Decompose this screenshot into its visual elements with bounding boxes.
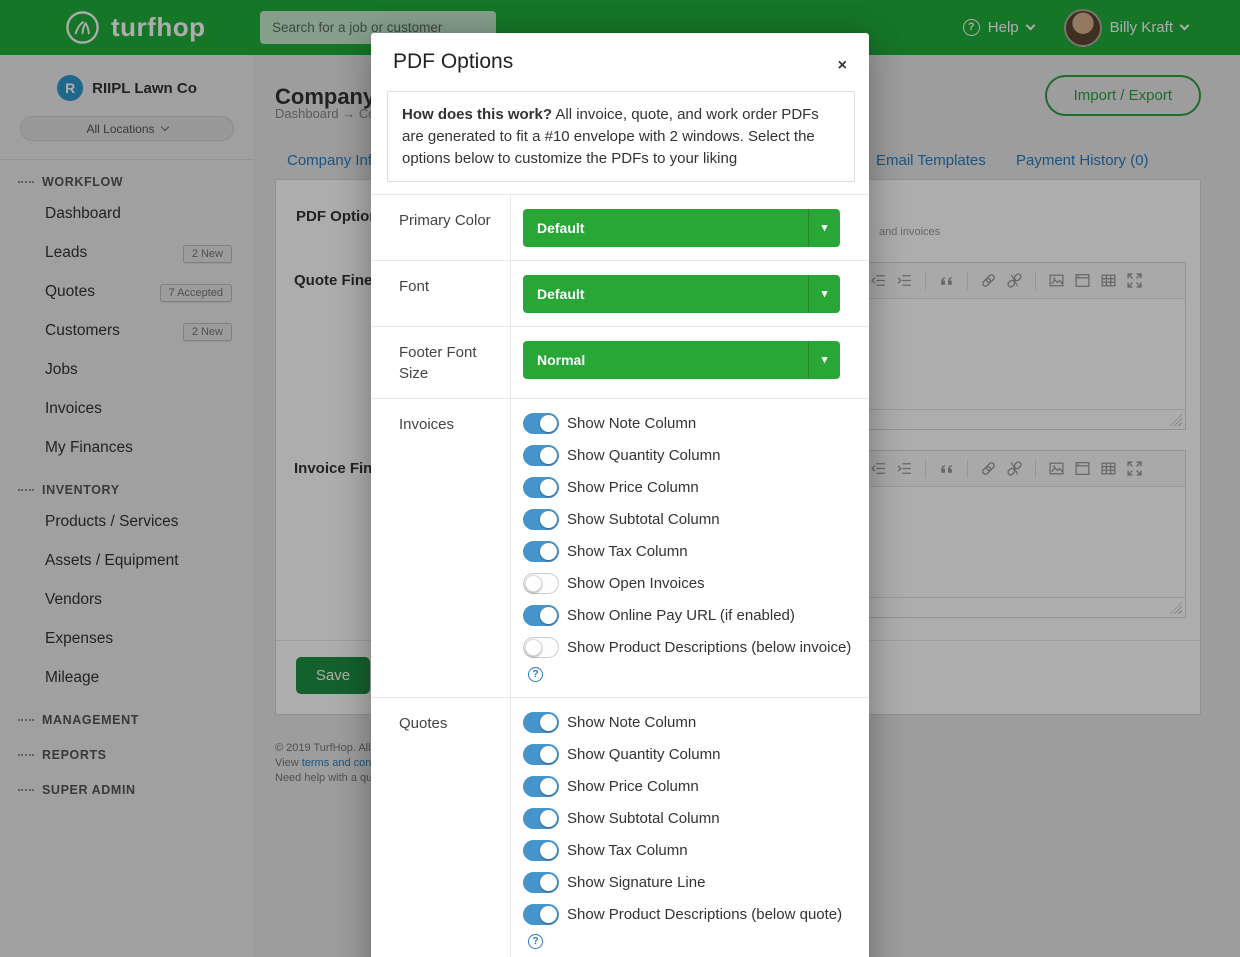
modal-title: PDF Options bbox=[393, 50, 847, 74]
toggle-label: Show Online Pay URL (if enabled) bbox=[567, 607, 795, 624]
toggle-row-quote-price-column: Show Price Column bbox=[523, 775, 853, 798]
chevron-down-icon: ▾ bbox=[808, 275, 840, 313]
toggle-row-online-pay-url: Show Online Pay URL (if enabled) bbox=[523, 604, 853, 627]
select-value: Normal bbox=[537, 352, 585, 368]
primary-color-label: Primary Color bbox=[371, 195, 511, 260]
toggle-label: Show Signature Line bbox=[567, 874, 705, 891]
select-value: Default bbox=[537, 286, 584, 302]
toggle-label: Show Product Descriptions (below invoice… bbox=[567, 639, 851, 656]
footer-font-size-row: Footer Font Size Normal ▾ bbox=[371, 326, 869, 398]
toggle-switch[interactable] bbox=[523, 712, 559, 733]
pdf-options-modal: PDF Options × How does this work? All in… bbox=[371, 33, 869, 957]
toggle-label: Show Note Column bbox=[567, 714, 696, 731]
close-icon[interactable]: × bbox=[832, 57, 853, 75]
toggle-switch[interactable] bbox=[523, 477, 559, 498]
toggle-switch[interactable] bbox=[523, 509, 559, 530]
toggle-row-quote-tax-column: Show Tax Column bbox=[523, 839, 853, 862]
toggle-switch[interactable] bbox=[523, 872, 559, 893]
primary-color-select[interactable]: Default ▾ bbox=[523, 209, 840, 247]
modal-intro: How does this work? All invoice, quote, … bbox=[387, 91, 855, 182]
toggle-switch[interactable] bbox=[523, 776, 559, 797]
toggle-switch[interactable] bbox=[523, 573, 559, 594]
toggle-label: Show Open Invoices bbox=[567, 575, 705, 592]
intro-bold: How does this work? bbox=[402, 106, 552, 123]
toggle-row-invoice-quantity-column: Show Quantity Column bbox=[523, 444, 853, 467]
quotes-group-row: Quotes Show Note Column Show Quantity Co… bbox=[371, 697, 869, 957]
toggle-label: Show Price Column bbox=[567, 479, 699, 496]
toggle-label: Show Quantity Column bbox=[567, 746, 720, 763]
toggle-switch[interactable] bbox=[523, 541, 559, 562]
toggle-row-invoice-note-column: Show Note Column bbox=[523, 412, 853, 435]
chevron-down-icon: ▾ bbox=[808, 341, 840, 379]
invoices-group-row: Invoices Show Note Column Show Quantity … bbox=[371, 398, 869, 697]
toggle-row-invoice-product-descriptions: Show Product Descriptions (below invoice… bbox=[523, 636, 853, 682]
chevron-down-icon: ▾ bbox=[808, 209, 840, 247]
modal-header: PDF Options × bbox=[371, 33, 869, 87]
toggle-switch[interactable] bbox=[523, 904, 559, 925]
toggle-switch[interactable] bbox=[523, 637, 559, 658]
toggle-label: Show Subtotal Column bbox=[567, 511, 720, 528]
toggle-switch[interactable] bbox=[523, 840, 559, 861]
toggle-row-signature-line: Show Signature Line bbox=[523, 871, 853, 894]
toggle-row-show-open-invoices: Show Open Invoices bbox=[523, 572, 853, 595]
toggle-label: Show Price Column bbox=[567, 778, 699, 795]
font-label: Font bbox=[371, 261, 511, 326]
help-circle-icon[interactable]: ? bbox=[528, 934, 543, 949]
toggle-switch[interactable] bbox=[523, 744, 559, 765]
toggle-switch[interactable] bbox=[523, 808, 559, 829]
toggle-row-quote-product-descriptions: Show Product Descriptions (below quote)? bbox=[523, 903, 853, 949]
toggle-row-quote-subtotal-column: Show Subtotal Column bbox=[523, 807, 853, 830]
toggle-row-invoice-tax-column: Show Tax Column bbox=[523, 540, 853, 563]
toggle-switch[interactable] bbox=[523, 445, 559, 466]
footer-font-size-label: Footer Font Size bbox=[371, 327, 511, 398]
toggle-row-quote-quantity-column: Show Quantity Column bbox=[523, 743, 853, 766]
toggle-label: Show Tax Column bbox=[567, 842, 688, 859]
toggle-switch[interactable] bbox=[523, 413, 559, 434]
quotes-group-label: Quotes bbox=[371, 698, 511, 957]
toggle-label: Show Tax Column bbox=[567, 543, 688, 560]
toggle-label: Show Note Column bbox=[567, 415, 696, 432]
toggle-row-quote-note-column: Show Note Column bbox=[523, 711, 853, 734]
footer-font-size-select[interactable]: Normal ▾ bbox=[523, 341, 840, 379]
toggle-label: Show Product Descriptions (below quote) bbox=[567, 906, 842, 923]
toggle-row-invoice-subtotal-column: Show Subtotal Column bbox=[523, 508, 853, 531]
toggle-label: Show Quantity Column bbox=[567, 447, 720, 464]
font-row: Font Default ▾ bbox=[371, 260, 869, 326]
select-value: Default bbox=[537, 220, 584, 236]
font-select[interactable]: Default ▾ bbox=[523, 275, 840, 313]
toggle-row-invoice-price-column: Show Price Column bbox=[523, 476, 853, 499]
toggle-switch[interactable] bbox=[523, 605, 559, 626]
primary-color-row: Primary Color Default ▾ bbox=[371, 194, 869, 260]
invoices-group-label: Invoices bbox=[371, 399, 511, 697]
help-circle-icon[interactable]: ? bbox=[528, 667, 543, 682]
toggle-label: Show Subtotal Column bbox=[567, 810, 720, 827]
